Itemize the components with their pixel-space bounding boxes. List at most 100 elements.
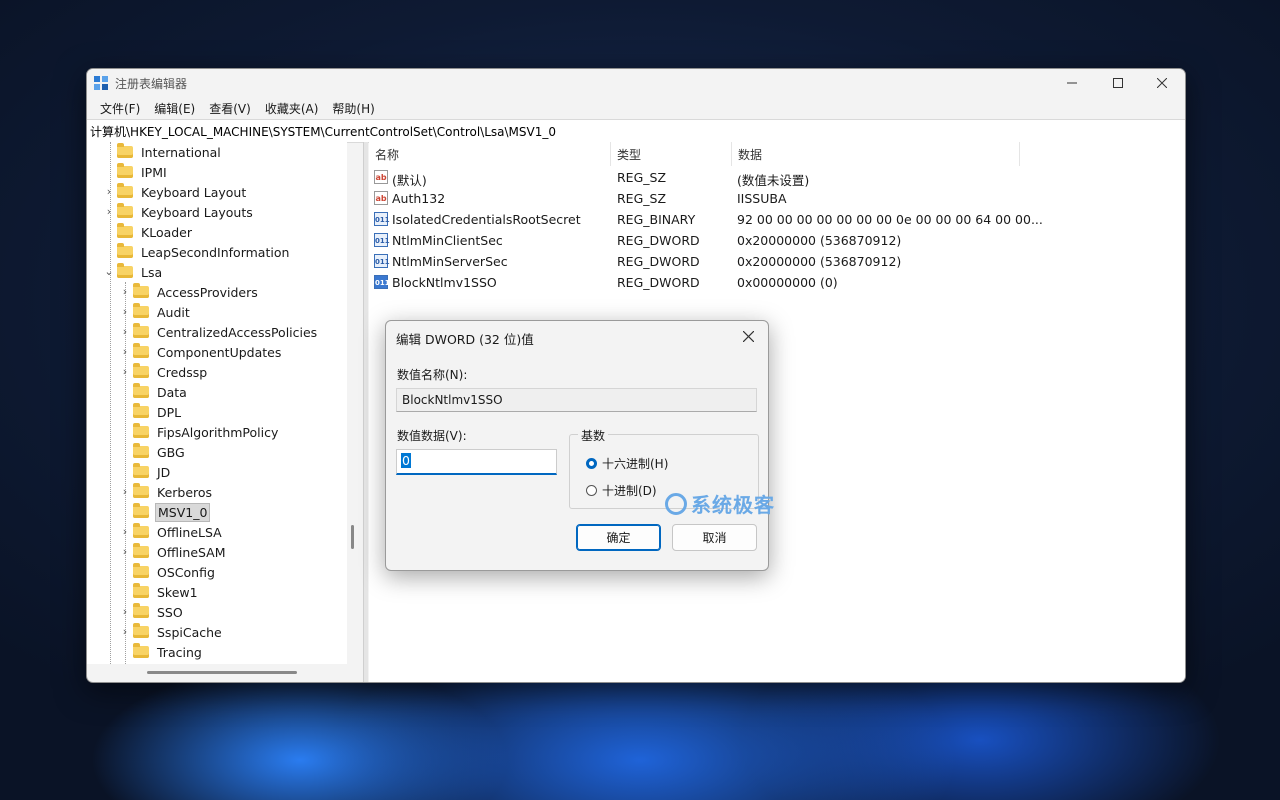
tree-item-accessproviders[interactable]: AccessProviders bbox=[133, 282, 260, 302]
tree-item-label: MSV1_0 bbox=[155, 502, 211, 522]
tree-item-skew1[interactable]: Skew1 bbox=[133, 582, 200, 602]
column-header-data[interactable]: 数据 bbox=[732, 142, 1020, 166]
chevron-right-icon[interactable]: › bbox=[120, 485, 130, 498]
tree-item-label: Skew1 bbox=[157, 584, 198, 600]
tree-item-audit[interactable]: Audit bbox=[133, 302, 192, 322]
menu-favorites[interactable]: 收藏夹(A) bbox=[258, 100, 326, 117]
address-path[interactable]: 计算机\HKEY_LOCAL_MACHINE\SYSTEM\CurrentCon… bbox=[90, 123, 556, 140]
chevron-right-icon[interactable]: › bbox=[104, 205, 114, 218]
menu-bar: 文件(F) 编辑(E) 查看(V) 收藏夹(A) 帮助(H) bbox=[87, 97, 1185, 119]
tree-item-label: International bbox=[141, 144, 221, 160]
tree-item-kloader[interactable]: KLoader bbox=[117, 222, 194, 242]
tree-item-sspicache[interactable]: SspiCache bbox=[133, 622, 224, 642]
tree-item-credssp[interactable]: Credssp bbox=[133, 362, 209, 382]
value-row[interactable]: ab Auth132 REG_SZ IISSUBA bbox=[369, 188, 1069, 209]
value-row[interactable]: 011 NtlmMinClientSec REG_DWORD 0x2000000… bbox=[369, 230, 1069, 251]
key-tree[interactable]: International IPMI › Keyboard Layout › K… bbox=[87, 142, 347, 664]
value-data: IISSUBA bbox=[737, 191, 787, 206]
value-row[interactable]: 011 NtlmMinServerSec REG_DWORD 0x2000000… bbox=[369, 251, 1069, 272]
tree-item-label: OfflineLSA bbox=[157, 524, 222, 540]
pane-splitter[interactable] bbox=[363, 142, 368, 682]
tree-item-msv1-0[interactable]: MSV1_0 bbox=[133, 502, 211, 522]
value-row[interactable]: 011 IsolatedCredentialsRootSecret REG_BI… bbox=[369, 209, 1069, 230]
folder-icon bbox=[117, 243, 133, 258]
tree-item-keyboard-layout[interactable]: Keyboard Layout bbox=[117, 182, 248, 202]
menu-edit[interactable]: 编辑(E) bbox=[147, 100, 202, 117]
tree-horizontal-scrollbar[interactable] bbox=[147, 671, 297, 674]
tree-item-kerberos[interactable]: Kerberos bbox=[133, 482, 214, 502]
tree-item-osconfig[interactable]: OSConfig bbox=[133, 562, 217, 582]
menu-help[interactable]: 帮助(H) bbox=[325, 100, 381, 117]
tree-item-gbg[interactable]: GBG bbox=[133, 442, 187, 462]
tree-item-leapsecondinformation[interactable]: LeapSecondInformation bbox=[117, 242, 291, 262]
tree-vertical-scrollbar[interactable] bbox=[351, 525, 354, 549]
value-name: IsolatedCredentialsRootSecret bbox=[392, 212, 581, 227]
tree-item-centralizedaccesspolicies[interactable]: CentralizedAccessPolicies bbox=[133, 322, 319, 342]
tree-item-label: CentralizedAccessPolicies bbox=[157, 324, 318, 340]
column-header-name[interactable]: 名称 bbox=[369, 142, 611, 166]
chevron-right-icon[interactable]: › bbox=[120, 365, 130, 378]
menu-view[interactable]: 查看(V) bbox=[202, 100, 258, 117]
tree-item-label: SSO bbox=[157, 604, 183, 620]
menu-file[interactable]: 文件(F) bbox=[93, 100, 147, 117]
tree-item-label: Keyboard Layout bbox=[141, 184, 247, 200]
folder-icon bbox=[133, 623, 149, 638]
tree-item-keyboard-layouts[interactable]: Keyboard Layouts bbox=[117, 202, 255, 222]
tree-item-data[interactable]: Data bbox=[133, 382, 189, 402]
maximize-button[interactable] bbox=[1095, 69, 1141, 97]
chevron-right-icon[interactable]: › bbox=[120, 305, 130, 318]
chevron-right-icon[interactable]: › bbox=[120, 605, 130, 618]
tree-item-jd[interactable]: JD bbox=[133, 462, 172, 482]
chevron-right-icon[interactable]: › bbox=[120, 545, 130, 558]
value-data-input[interactable]: 0 bbox=[396, 449, 557, 475]
tree-item-label: Audit bbox=[157, 304, 190, 320]
tree-item-dpl[interactable]: DPL bbox=[133, 402, 183, 422]
value-data: (数值未设置) bbox=[737, 173, 810, 188]
tree-item-fipsalgorithmpolicy[interactable]: FipsAlgorithmPolicy bbox=[133, 422, 280, 442]
tree-item-ipmi[interactable]: IPMI bbox=[117, 162, 169, 182]
radio-hexadecimal[interactable]: 十六进制(H) bbox=[586, 455, 668, 472]
radio-hex-label: 十六进制(H) bbox=[602, 457, 669, 471]
tree-item-componentupdates[interactable]: ComponentUpdates bbox=[133, 342, 283, 362]
folder-icon bbox=[133, 523, 149, 538]
tree-item-lsa[interactable]: Lsa bbox=[117, 262, 164, 282]
watermark-text: 系统极客 bbox=[691, 493, 775, 517]
binary-value-icon: 011 bbox=[374, 254, 390, 268]
chevron-right-icon[interactable]: › bbox=[120, 285, 130, 298]
tree-item-offlinelsa[interactable]: OfflineLSA bbox=[133, 522, 224, 542]
folder-icon bbox=[133, 403, 149, 418]
address-bar[interactable]: 计算机\HKEY_LOCAL_MACHINE\SYSTEM\CurrentCon… bbox=[87, 119, 1185, 143]
string-value-icon: ab bbox=[374, 170, 388, 184]
value-name: Auth132 bbox=[392, 191, 446, 206]
tree-item-label: KLoader bbox=[141, 224, 193, 240]
chevron-right-icon[interactable]: › bbox=[120, 345, 130, 358]
folder-icon bbox=[133, 463, 149, 478]
value-row-selected[interactable]: 011 BlockNtlmv1SSO REG_DWORD 0x00000000 … bbox=[369, 272, 1069, 293]
dialog-close-button[interactable] bbox=[734, 324, 762, 348]
column-header-type[interactable]: 类型 bbox=[611, 142, 732, 166]
value-data: 0x20000000 (536870912) bbox=[737, 233, 902, 248]
tree-item-label: LeapSecondInformation bbox=[141, 244, 290, 260]
window-title: 注册表编辑器 bbox=[115, 77, 188, 91]
minimize-button[interactable] bbox=[1049, 69, 1095, 97]
ok-button[interactable]: 确定 bbox=[576, 524, 661, 551]
radio-decimal[interactable]: 十进制(D) bbox=[586, 482, 657, 499]
value-data: 92 00 00 00 00 00 00 00 0e 00 00 00 64 0… bbox=[737, 212, 1043, 227]
value-row[interactable]: ab (默认) REG_SZ (数值未设置) bbox=[369, 167, 1069, 188]
folder-icon bbox=[133, 643, 149, 658]
close-button[interactable] bbox=[1139, 69, 1185, 97]
chevron-right-icon[interactable]: › bbox=[104, 185, 114, 198]
chevron-right-icon[interactable]: › bbox=[120, 325, 130, 338]
chevron-right-icon[interactable]: › bbox=[120, 525, 130, 538]
folder-icon bbox=[133, 423, 149, 438]
title-bar[interactable]: 注册表编辑器 bbox=[87, 69, 1185, 97]
tree-item-offlinesam[interactable]: OfflineSAM bbox=[133, 542, 228, 562]
chevron-right-icon[interactable]: › bbox=[120, 625, 130, 638]
string-value-icon: ab bbox=[374, 191, 388, 205]
tree-item-international[interactable]: International bbox=[117, 142, 223, 162]
tree-item-tracing[interactable]: Tracing bbox=[133, 642, 204, 662]
chevron-down-icon[interactable]: ⌄ bbox=[104, 265, 114, 278]
cancel-button[interactable]: 取消 bbox=[672, 524, 757, 551]
tree-item-sso[interactable]: SSO bbox=[133, 602, 185, 622]
binary-value-icon: 011 bbox=[374, 275, 390, 289]
